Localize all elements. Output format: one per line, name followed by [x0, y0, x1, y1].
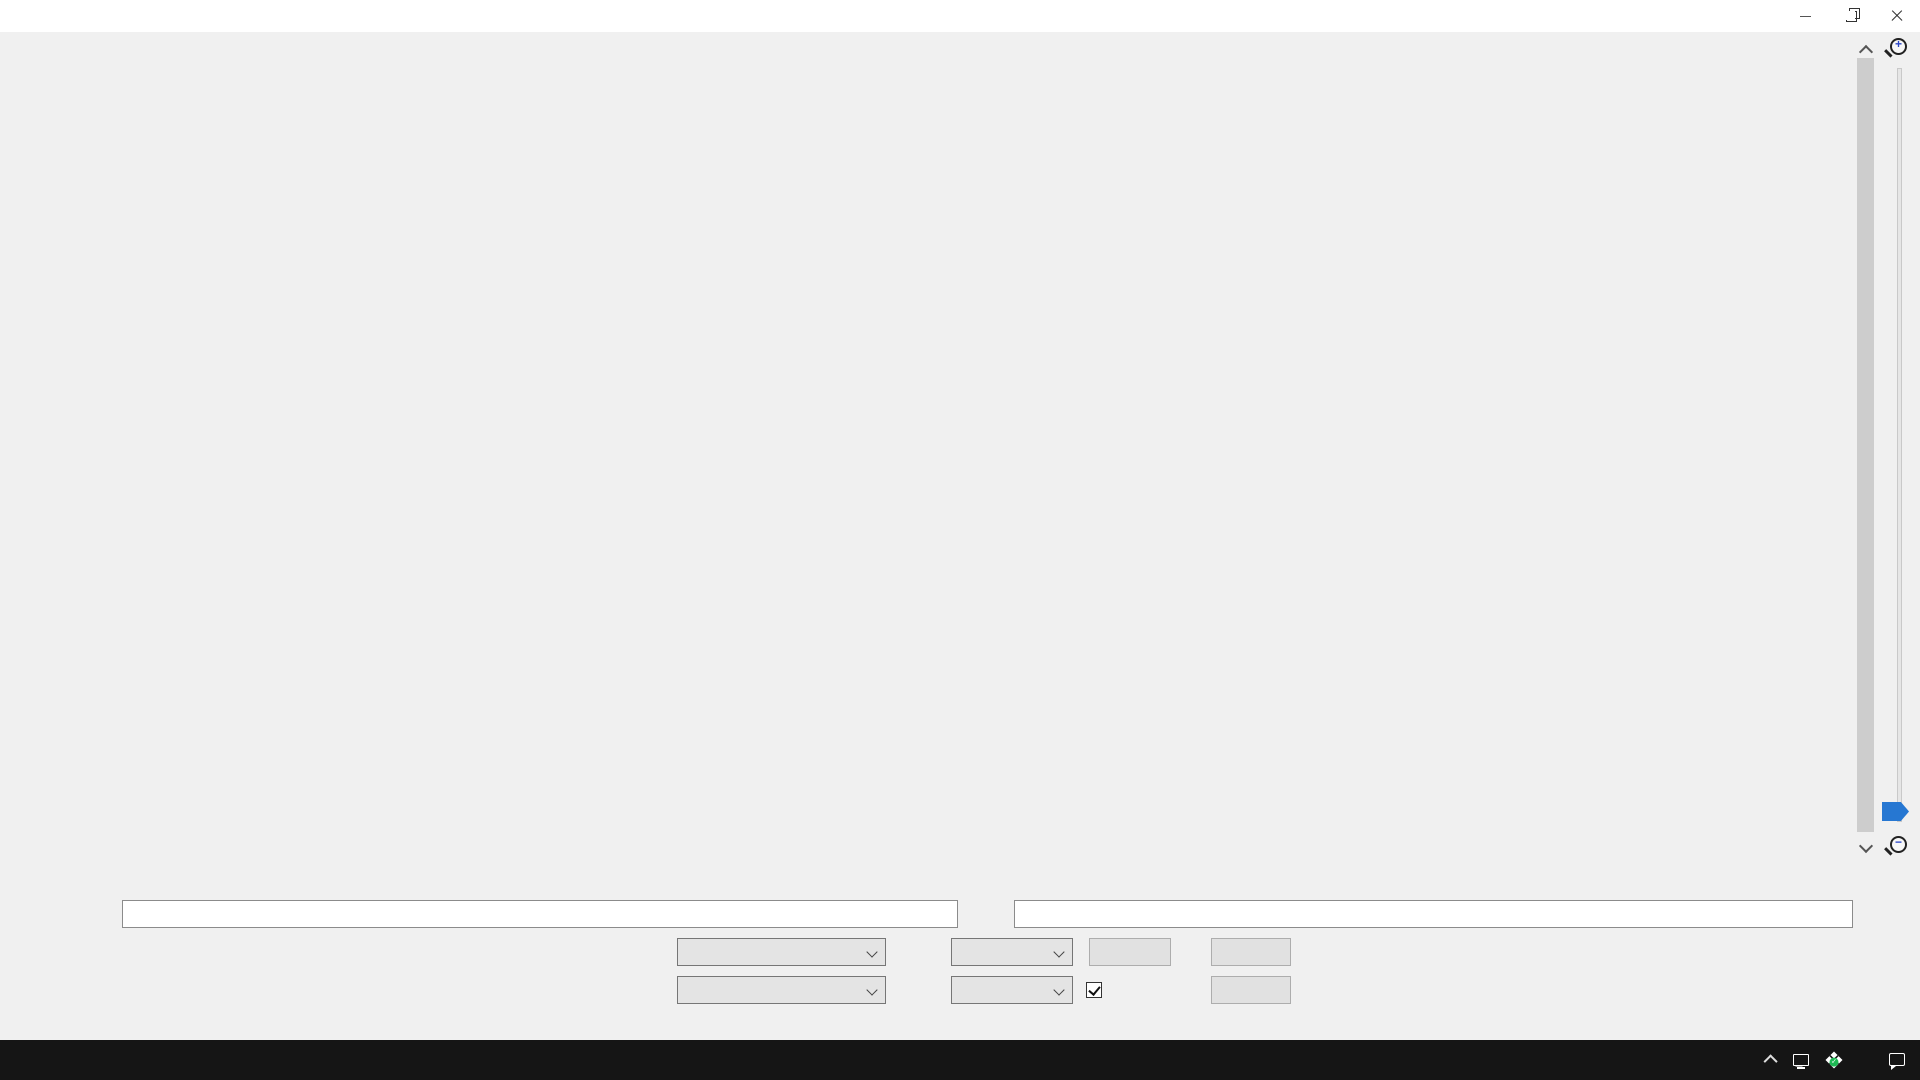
chevron-down-icon	[1053, 984, 1064, 995]
zoom-slider-column: + −	[1880, 36, 1920, 860]
close-icon	[1890, 9, 1904, 23]
zoom-slider-handle[interactable]	[1882, 802, 1909, 821]
close-window-button[interactable]	[1874, 0, 1920, 32]
size-select[interactable]	[951, 938, 1073, 966]
chevron-down-icon	[1053, 946, 1064, 957]
grids-checkbox[interactable]	[1086, 982, 1102, 998]
security-icon[interactable]	[1826, 1052, 1843, 1069]
size-label	[875, 938, 947, 966]
replot-button[interactable]	[1211, 938, 1291, 966]
scroll-down-icon[interactable]	[1859, 839, 1873, 853]
scroll-up-icon[interactable]	[1859, 45, 1873, 59]
action-center-icon[interactable]	[1888, 1051, 1906, 1069]
show-hidden-icons-icon[interactable]	[1764, 1054, 1778, 1068]
screen: + −	[0, 0, 1920, 1080]
restore-button[interactable]	[1828, 0, 1874, 32]
network-icon[interactable]	[1792, 1051, 1810, 1069]
function-label	[560, 976, 672, 1004]
function-select[interactable]	[677, 976, 886, 1004]
close-button[interactable]	[1211, 976, 1291, 1004]
zoom-out-icon[interactable]: −	[1890, 836, 1907, 853]
axis-label	[875, 976, 947, 1004]
minimize-button[interactable]	[1782, 0, 1828, 32]
restore-icon	[1846, 11, 1857, 22]
taskbar	[0, 1040, 1920, 1080]
export-button[interactable]	[1089, 938, 1171, 966]
vertical-scrollbar[interactable]	[1856, 40, 1875, 857]
minimize-icon	[1800, 16, 1811, 17]
zoom-slider-track[interactable]	[1897, 68, 1902, 822]
system-tray	[1737, 1040, 1920, 1080]
axis-select[interactable]	[951, 976, 1073, 1004]
scrollbar-thumb[interactable]	[1857, 58, 1874, 832]
algorithm-select[interactable]	[677, 938, 886, 966]
cursor-readout	[122, 900, 958, 928]
spectrum-plot[interactable]	[55, 40, 1853, 864]
algorithm-label	[560, 938, 672, 966]
zoom-in-icon[interactable]: +	[1890, 38, 1907, 55]
title-bar	[0, 0, 1920, 32]
peak-readout	[1014, 900, 1853, 928]
